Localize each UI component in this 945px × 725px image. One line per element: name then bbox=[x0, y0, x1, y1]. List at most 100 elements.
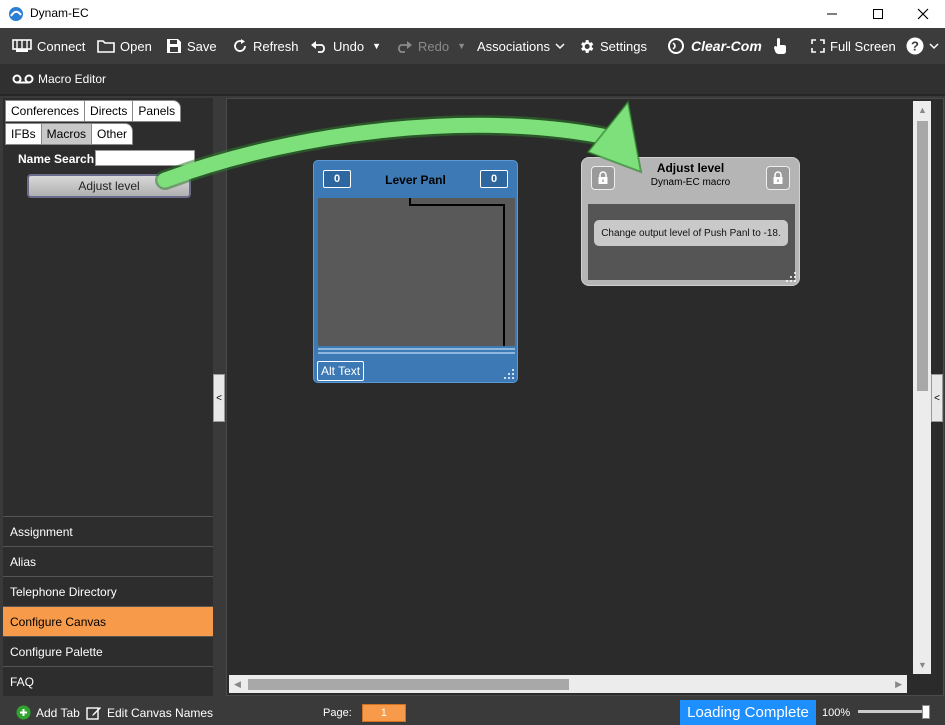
lever-panel-screen bbox=[318, 198, 515, 356]
window-title: Dynam-EC bbox=[30, 6, 89, 20]
scroll-up-icon[interactable]: ▲ bbox=[918, 105, 927, 115]
refresh-icon bbox=[234, 39, 246, 52]
page-selector: Page: bbox=[323, 700, 406, 725]
panel-rail bbox=[318, 348, 515, 356]
fullscreen-label: Full Screen bbox=[830, 38, 896, 54]
save-label: Save bbox=[187, 38, 217, 54]
scroll-down-icon[interactable]: ▼ bbox=[918, 660, 927, 670]
add-tab-button[interactable]: Add Tab bbox=[16, 700, 80, 725]
macro-widget-body: Change output level of Push Panl to -18. bbox=[588, 204, 795, 280]
help-icon: ? bbox=[906, 37, 924, 55]
redo-dropdown-icon[interactable]: ▼ bbox=[457, 41, 466, 51]
zoom-slider-thumb[interactable] bbox=[922, 705, 930, 719]
page-number-input[interactable] bbox=[361, 703, 406, 722]
close-icon bbox=[917, 8, 929, 20]
settings-label: Settings bbox=[600, 38, 647, 54]
gear-icon bbox=[581, 39, 594, 53]
right-count-badge[interactable]: 0 bbox=[480, 170, 508, 188]
add-tab-label: Add Tab bbox=[36, 705, 80, 720]
connect-icon bbox=[12, 39, 32, 52]
refresh-label: Refresh bbox=[253, 38, 299, 54]
name-search-label: Name Search bbox=[18, 152, 95, 166]
save-icon bbox=[167, 39, 181, 53]
close-button[interactable] bbox=[900, 0, 945, 28]
maximize-button[interactable] bbox=[855, 0, 901, 28]
maximize-icon bbox=[873, 9, 883, 19]
alt-text-button[interactable]: Alt Text bbox=[317, 361, 365, 381]
zoom-level: 100% bbox=[822, 706, 851, 719]
nav-assignment[interactable]: Assignment bbox=[3, 516, 213, 546]
nav-configure-canvas[interactable]: Configure Canvas bbox=[3, 606, 213, 636]
vertical-scroll-thumb[interactable] bbox=[917, 121, 928, 391]
nav-faq[interactable]: FAQ bbox=[3, 666, 213, 696]
touch-icon bbox=[774, 38, 786, 54]
collapse-left-panel-button[interactable]: < bbox=[213, 374, 225, 422]
chevron-left-icon: < bbox=[934, 392, 940, 404]
chevron-down-icon bbox=[929, 43, 939, 50]
vertical-scrollbar[interactable]: ▲ ▼ bbox=[913, 101, 931, 674]
minimize-button[interactable] bbox=[809, 0, 855, 28]
resize-grip-icon[interactable] bbox=[785, 271, 797, 283]
scroll-right-icon[interactable]: ▶ bbox=[895, 679, 902, 690]
associations-menu[interactable]: Associations bbox=[477, 28, 565, 64]
tab-other[interactable]: Other bbox=[91, 123, 134, 145]
fullscreen-button[interactable]: Full Screen bbox=[811, 28, 896, 64]
redo-label: Redo bbox=[418, 38, 450, 54]
tabs-row-2: IFBs Macros Other bbox=[5, 123, 134, 145]
undo-dropdown-icon[interactable]: ▼ bbox=[372, 41, 381, 51]
tab-panels[interactable]: Panels bbox=[132, 100, 182, 122]
title-bar: Dynam-EC bbox=[0, 0, 945, 28]
nav-alias[interactable]: Alias bbox=[3, 546, 213, 576]
scroll-left-icon[interactable]: ◀ bbox=[234, 679, 241, 690]
zoom-slider-track[interactable] bbox=[858, 710, 928, 713]
tab-directs[interactable]: Directs bbox=[84, 100, 133, 122]
resize-grip-icon[interactable] bbox=[503, 368, 515, 380]
tabs-row-1: Conferences Directs Panels bbox=[5, 100, 182, 122]
macro-widget-adjust-level[interactable]: Adjust level Dynam-EC macro Change outpu… bbox=[581, 157, 800, 286]
panel-outline-graphic bbox=[409, 198, 505, 346]
connect-button[interactable]: Connect bbox=[12, 28, 85, 64]
chevron-left-icon: < bbox=[216, 392, 222, 404]
right-lock-button[interactable] bbox=[766, 166, 790, 190]
edit-canvas-names-button[interactable]: Edit Canvas Names bbox=[86, 700, 213, 725]
open-button[interactable]: Open bbox=[97, 28, 152, 64]
page-label: Page: bbox=[323, 706, 352, 719]
nav-list: Assignment Alias Telephone Directory Con… bbox=[3, 516, 213, 696]
main-toolbar: Connect Open Save Refresh Undo ▼ Redo ▼ … bbox=[0, 28, 945, 64]
tab-conferences[interactable]: Conferences bbox=[5, 100, 85, 122]
undo-label: Undo bbox=[333, 38, 365, 54]
tab-ifbs[interactable]: IFBs bbox=[5, 123, 41, 145]
horizontal-scrollbar[interactable]: ◀ ▶ bbox=[229, 675, 907, 693]
name-search-input[interactable] bbox=[95, 150, 195, 166]
help-button[interactable]: ? bbox=[906, 28, 939, 64]
folder-icon bbox=[97, 40, 115, 53]
status-bar: Add Tab Edit Canvas Names Page: Loading … bbox=[0, 700, 945, 725]
horizontal-scroll-thumb[interactable] bbox=[248, 679, 569, 690]
chevron-down-icon bbox=[555, 43, 565, 50]
connect-label: Connect bbox=[37, 38, 86, 54]
tab-macros[interactable]: Macros bbox=[40, 123, 92, 145]
redo-button[interactable]: Redo ▼ bbox=[395, 28, 466, 64]
tape-icon bbox=[12, 74, 34, 84]
macro-description: Change output level of Push Panl to -18. bbox=[594, 220, 788, 246]
undo-button[interactable]: Undo ▼ bbox=[310, 28, 381, 64]
edit-icon bbox=[86, 707, 101, 720]
editor-label-text: Macro Editor bbox=[38, 72, 107, 86]
save-button[interactable]: Save bbox=[166, 28, 217, 64]
lever-panel-widget[interactable]: 0 Lever Panl 0 Alt Text bbox=[313, 160, 518, 383]
left-panel: Conferences Directs Panels IFBs Macros O… bbox=[3, 98, 213, 696]
touch-mode-button[interactable] bbox=[773, 28, 787, 64]
add-circle-icon bbox=[16, 705, 31, 720]
redo-icon bbox=[398, 41, 412, 53]
settings-button[interactable]: Settings bbox=[578, 28, 647, 64]
refresh-button[interactable]: Refresh bbox=[232, 28, 299, 64]
edit-canvas-names-label: Edit Canvas Names bbox=[107, 705, 214, 720]
macro-item-adjust-level[interactable]: Adjust level bbox=[27, 174, 191, 198]
loading-status: Loading Complete bbox=[680, 700, 816, 725]
nav-configure-palette[interactable]: Configure Palette bbox=[3, 636, 213, 666]
macro-editor-label[interactable]: Macro Editor bbox=[12, 72, 106, 86]
svg-text:?: ? bbox=[911, 39, 919, 54]
fullscreen-icon bbox=[811, 39, 825, 53]
collapse-right-panel-button[interactable]: < bbox=[931, 374, 943, 422]
nav-telephone-directory[interactable]: Telephone Directory bbox=[3, 576, 213, 606]
